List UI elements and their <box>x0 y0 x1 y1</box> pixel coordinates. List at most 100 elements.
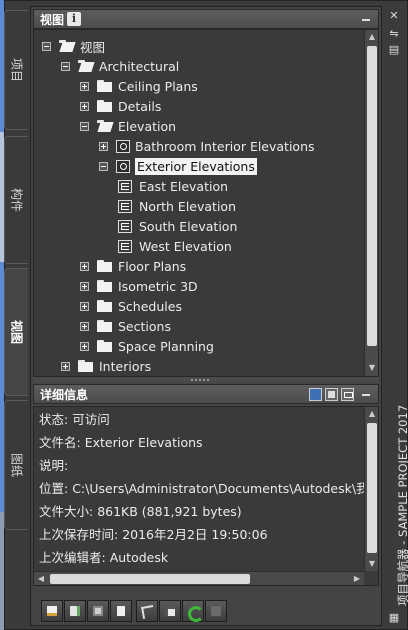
tree-item[interactable]: North Elevation <box>118 196 236 216</box>
expand-icon[interactable] <box>99 141 108 151</box>
palette-title-bar: ✕ ⇋ ▤ ▦ 项目导航器 - SAMPLE PROJECT 2017 <box>384 6 408 626</box>
tree-item[interactable]: Interiors <box>61 356 151 376</box>
tree-item-label: Exterior Elevations <box>135 157 257 175</box>
collapse-icon[interactable] <box>42 41 51 51</box>
scroll-thumb[interactable] <box>367 423 377 553</box>
scroll-down-arrow-icon[interactable]: ▼ <box>365 361 378 375</box>
clipboard-icon[interactable] <box>110 600 132 622</box>
views-tab-panel: 视图 i 视图 Architectural Ceiling Plans Details… <box>30 6 382 626</box>
tree-item[interactable]: Floor Plans <box>80 256 186 276</box>
tree-item[interactable]: Schedules <box>80 296 182 316</box>
tree-item[interactable]: Ceiling Plans <box>80 76 198 96</box>
scroll-thumb-horizontal[interactable] <box>50 574 250 584</box>
detail-row: 上次保存时间: 2016年2月2日 19:50:06 <box>39 524 268 546</box>
tab-sheets[interactable]: 图纸 <box>4 400 28 530</box>
tree-item-label: Space Planning <box>118 338 214 354</box>
folder-open-icon <box>78 60 94 72</box>
expand-icon[interactable] <box>80 321 89 331</box>
tab-constructs[interactable]: 构件 <box>4 136 28 264</box>
tree-item[interactable]: Exterior Elevations <box>99 156 257 176</box>
detail-value: C:\Users\Administrator\Documents\Autodes… <box>72 481 379 496</box>
views-tree[interactable]: 视图 Architectural Ceiling Plans Details Eleva… <box>33 29 379 377</box>
tree-item[interactable]: West Elevation <box>118 236 232 256</box>
details-vertical-scrollbar[interactable]: ▲ ▼ <box>364 407 378 571</box>
detail-label: 上次编辑者: <box>39 550 106 565</box>
close-icon[interactable]: ✕ <box>388 10 400 22</box>
collapse-icon[interactable] <box>61 61 70 71</box>
tree-vertical-scrollbar[interactable]: ▲ ▼ <box>364 30 378 376</box>
new-view-icon[interactable] <box>41 600 63 622</box>
views-panel-title: 视图 <box>40 12 65 27</box>
pin-icon[interactable]: ⇋ <box>388 28 400 40</box>
views-panel-header: 视图 i <box>33 9 379 29</box>
table-icon[interactable] <box>159 600 181 622</box>
tree-item[interactable]: Details <box>80 96 161 116</box>
detail-value: 2016年2月2日 19:50:06 <box>122 527 268 542</box>
expand-icon[interactable] <box>80 301 89 311</box>
folder-icon <box>97 280 113 292</box>
scroll-down-arrow-icon[interactable]: ▼ <box>365 557 378 571</box>
tree-item[interactable]: Sections <box>80 316 171 336</box>
collapse-details-button[interactable] <box>362 394 370 396</box>
folder-open-icon <box>97 120 113 132</box>
detail-label: 文件大小: <box>39 504 94 519</box>
new-detail-icon[interactable] <box>87 600 109 622</box>
scroll-left-arrow-icon[interactable]: ◀ <box>34 572 48 585</box>
details-horizontal-scrollbar[interactable]: ◀ ▶ <box>34 571 364 585</box>
scroll-up-arrow-icon[interactable]: ▲ <box>365 30 378 44</box>
tab-project[interactable]: 项目 <box>4 10 28 130</box>
tab-views[interactable]: 视图 <box>4 268 28 396</box>
tree-item[interactable]: East Elevation <box>118 176 228 196</box>
tab-project-label: 项目 <box>9 57 23 83</box>
tab-views-label: 视图 <box>9 319 23 345</box>
view-icon <box>116 139 130 153</box>
properties-menu-icon[interactable]: ▤ <box>388 44 400 56</box>
new-section-icon[interactable] <box>64 600 86 622</box>
scroll-right-arrow-icon[interactable]: ▶ <box>350 572 364 585</box>
expand-icon[interactable] <box>61 361 70 371</box>
tree-item[interactable]: 视图 <box>42 36 105 56</box>
properties-icon[interactable] <box>136 600 158 622</box>
tree-item-label: Elevation <box>118 118 177 134</box>
expand-icon[interactable] <box>80 101 89 111</box>
tree-item[interactable]: South Elevation <box>118 216 237 236</box>
elevation-icon <box>118 179 132 193</box>
image-view-icon[interactable] <box>341 388 354 401</box>
tree-item[interactable]: Architectural <box>61 56 179 76</box>
expand-icon[interactable] <box>80 261 89 271</box>
folder-icon <box>78 360 94 372</box>
tree-item-label: North Elevation <box>139 198 236 214</box>
panel-splitter[interactable] <box>33 377 379 383</box>
tree-item-label: Details <box>118 98 162 114</box>
tree-item-label: Floor Plans <box>118 258 187 274</box>
tree-item[interactable]: Space Planning <box>80 336 214 356</box>
detail-value: Exterior Elevations <box>84 435 203 450</box>
scroll-thumb[interactable] <box>367 46 377 346</box>
expand-icon[interactable] <box>80 341 89 351</box>
detail-value: Autodesk <box>109 550 169 565</box>
delete-icon[interactable] <box>205 600 227 622</box>
preview-icon[interactable] <box>309 388 322 401</box>
tree-item-label: Isometric 3D <box>118 278 198 294</box>
details-view-icon[interactable] <box>325 388 338 401</box>
tree-item-label: 视图 <box>80 39 106 55</box>
collapse-icon[interactable] <box>80 121 89 131</box>
palette-window: 项目 构件 视图 图纸 视图 i 视图 Architectural Ceiling … <box>0 0 408 630</box>
tree-item-label: Ceiling Plans <box>118 78 198 94</box>
tree-item-label: Interiors <box>99 358 152 374</box>
detail-label: 位置: <box>39 481 69 496</box>
scroll-up-arrow-icon[interactable]: ▲ <box>365 407 378 421</box>
expand-icon[interactable] <box>80 281 89 291</box>
tree-item-label: West Elevation <box>139 238 232 254</box>
refresh-icon[interactable] <box>182 600 204 622</box>
tree-item[interactable]: Elevation <box>80 116 176 136</box>
palette-title: 项目导航器 - SAMPLE PROJECT 2017 <box>396 404 408 606</box>
tree-item[interactable]: Bathroom Interior Elevations <box>99 136 315 156</box>
info-icon[interactable]: i <box>67 12 82 26</box>
tree-item[interactable]: Isometric 3D <box>80 276 198 296</box>
folder-open-icon <box>59 40 75 52</box>
collapse-icon[interactable] <box>99 161 108 171</box>
expand-icon[interactable] <box>80 81 89 91</box>
collapse-panel-button[interactable] <box>362 19 370 21</box>
palette-menu-icon[interactable]: ▦ <box>388 612 400 624</box>
